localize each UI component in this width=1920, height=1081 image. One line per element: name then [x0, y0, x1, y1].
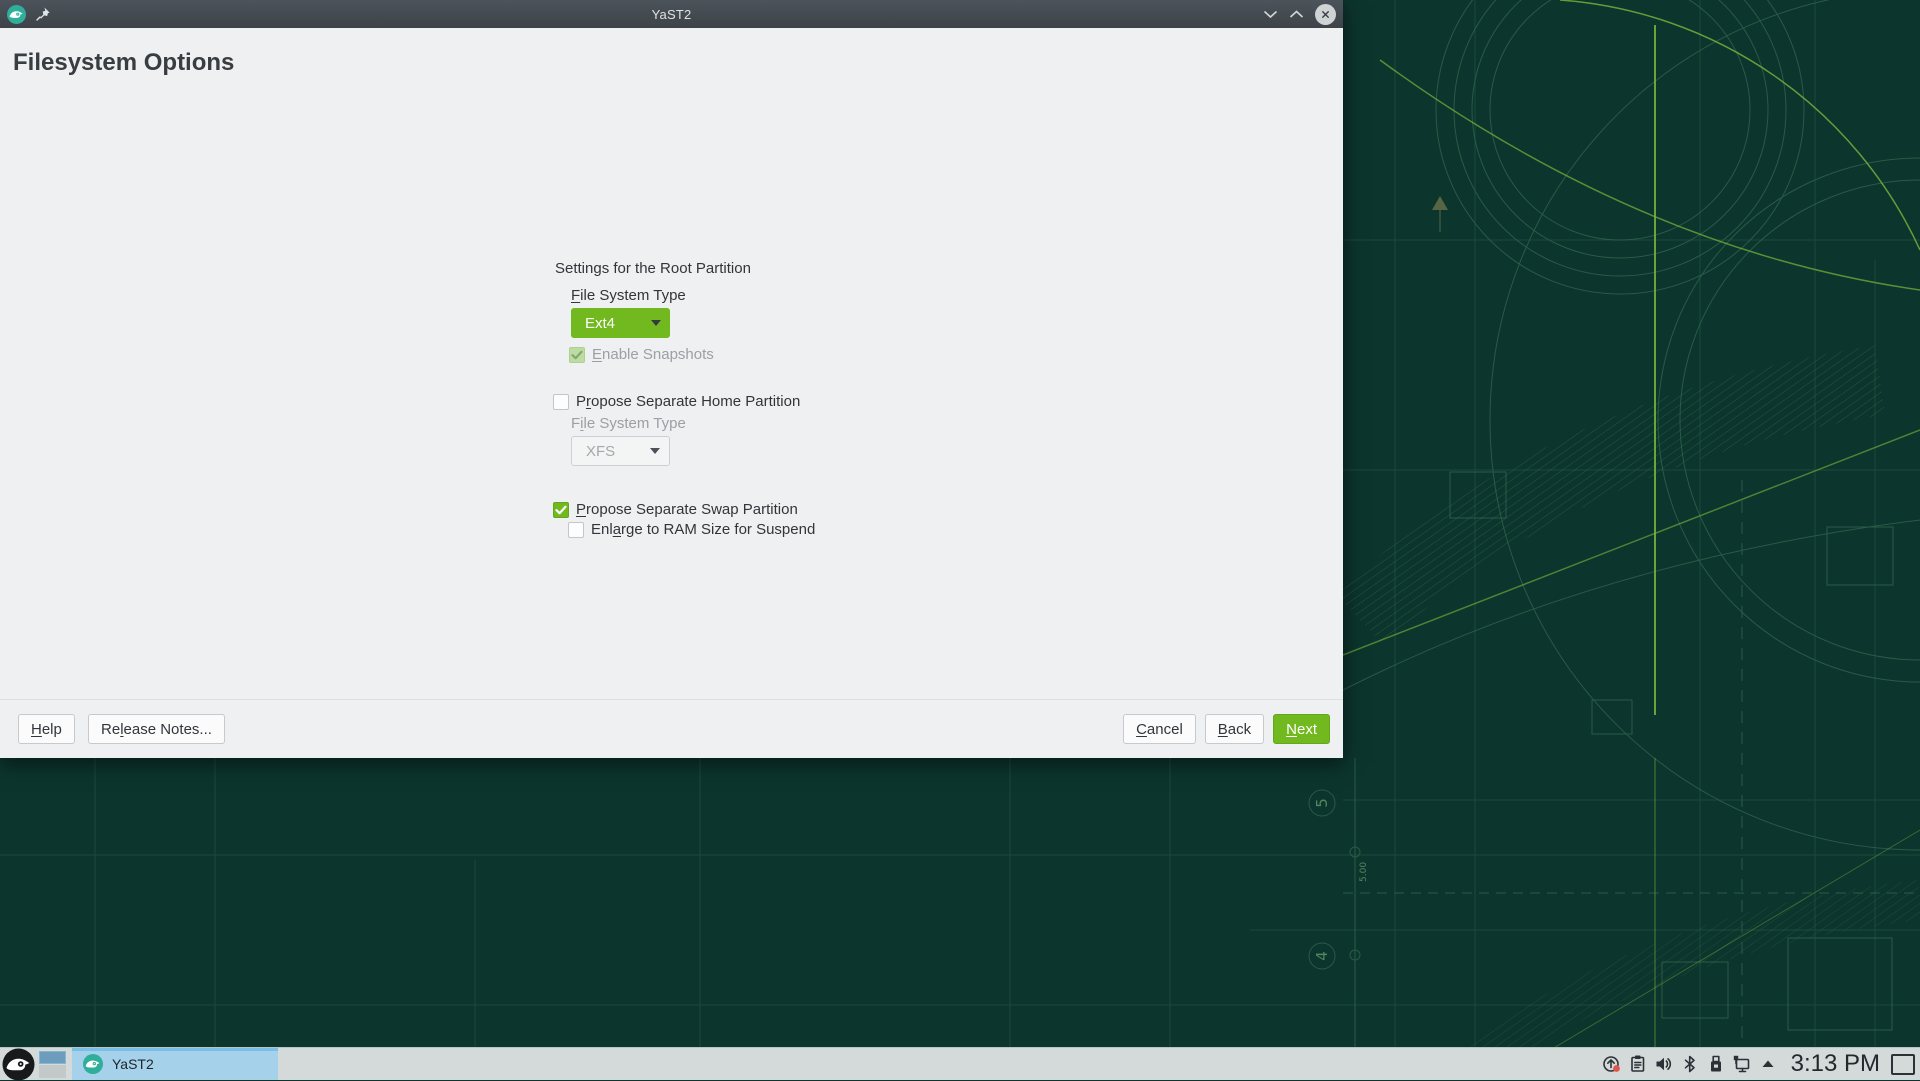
taskbar-clock[interactable]: 3:13 PM: [1791, 1050, 1880, 1078]
help-button[interactable]: Help: [18, 714, 75, 744]
home-partition-label: Propose Separate Home Partition: [576, 393, 800, 410]
clipboard-icon[interactable]: [1627, 1053, 1649, 1075]
check-icon: [555, 505, 567, 515]
updates-available-icon[interactable]: [1601, 1053, 1623, 1075]
enlarge-ram-checkbox[interactable]: [568, 522, 584, 538]
enable-snapshots-row: Enable Snapshots: [569, 346, 714, 363]
enable-snapshots-checkbox[interactable]: [569, 347, 585, 363]
root-partition-section-label: Settings for the Root Partition: [555, 260, 751, 277]
volume-icon[interactable]: [1653, 1053, 1675, 1075]
check-icon: [571, 350, 583, 360]
task-geeko-icon: [83, 1054, 103, 1074]
root-filesystem-type-label: File System Type: [571, 287, 686, 304]
home-partition-row: Propose Separate Home Partition: [553, 393, 800, 410]
virtual-desktop-pager[interactable]: [39, 1051, 66, 1078]
next-button[interactable]: Next: [1273, 714, 1330, 744]
swap-partition-label: Propose Separate Swap Partition: [576, 501, 798, 518]
tray-expand-icon[interactable]: [1757, 1053, 1779, 1075]
network-icon[interactable]: [1731, 1053, 1753, 1075]
chevron-down-icon: [1263, 10, 1278, 19]
keep-above-pin-icon[interactable]: [35, 6, 51, 22]
close-button[interactable]: [1315, 4, 1336, 25]
root-filesystem-type-value: Ext4: [585, 315, 615, 332]
home-filesystem-type-value: XFS: [586, 443, 615, 460]
task-label: YaST2: [112, 1056, 154, 1072]
home-partition-checkbox[interactable]: [553, 394, 569, 410]
removable-device-icon[interactable]: [1705, 1053, 1727, 1075]
svg-text:5: 5: [1313, 798, 1331, 808]
enable-snapshots-label: Enable Snapshots: [592, 346, 714, 363]
pager-desktop-2[interactable]: [39, 1065, 66, 1078]
enlarge-ram-row: Enlarge to RAM Size for Suspend: [568, 521, 815, 538]
home-filesystem-type-select[interactable]: XFS: [571, 436, 670, 466]
window-geeko-icon[interactable]: [7, 5, 26, 24]
enlarge-ram-label: Enlarge to RAM Size for Suspend: [591, 521, 815, 538]
show-desktop-button[interactable]: [1891, 1054, 1915, 1075]
task-button-yast2[interactable]: YaST2: [72, 1048, 278, 1080]
app-launcher-button[interactable]: [2, 1048, 35, 1081]
home-filesystem-type-label: File System Type: [571, 415, 686, 432]
notification-dot: [1613, 1065, 1620, 1072]
page-title: Filesystem Options: [13, 49, 234, 77]
close-icon: [1318, 7, 1333, 22]
taskbar: YaST2: [0, 1047, 1920, 1080]
swap-partition-row: Propose Separate Swap Partition: [553, 501, 798, 518]
window-title: YaST2: [0, 7, 1343, 22]
root-filesystem-type-select[interactable]: Ext4: [571, 308, 670, 338]
window-titlebar[interactable]: YaST2: [0, 0, 1343, 28]
back-button[interactable]: Back: [1205, 714, 1264, 744]
chevron-up-icon: [1289, 10, 1304, 19]
svg-text:4: 4: [1313, 951, 1331, 961]
cancel-button[interactable]: Cancel: [1123, 714, 1196, 744]
yast2-window: YaST2 Filesystem Options: [0, 0, 1343, 758]
dropdown-arrow-icon: [651, 320, 661, 326]
release-notes-button[interactable]: Release Notes...: [88, 714, 225, 744]
swap-partition-checkbox[interactable]: [553, 502, 569, 518]
wizard-button-bar: Help Release Notes... Cancel Back Next: [0, 699, 1343, 758]
pager-desktop-1[interactable]: [39, 1051, 66, 1064]
maximize-button[interactable]: [1289, 10, 1304, 19]
svg-text:5.00: 5.00: [1359, 862, 1369, 882]
dropdown-arrow-icon: [650, 448, 660, 454]
system-tray: [1601, 1053, 1779, 1075]
bluetooth-icon[interactable]: [1679, 1053, 1701, 1075]
minimize-button[interactable]: [1263, 10, 1278, 19]
